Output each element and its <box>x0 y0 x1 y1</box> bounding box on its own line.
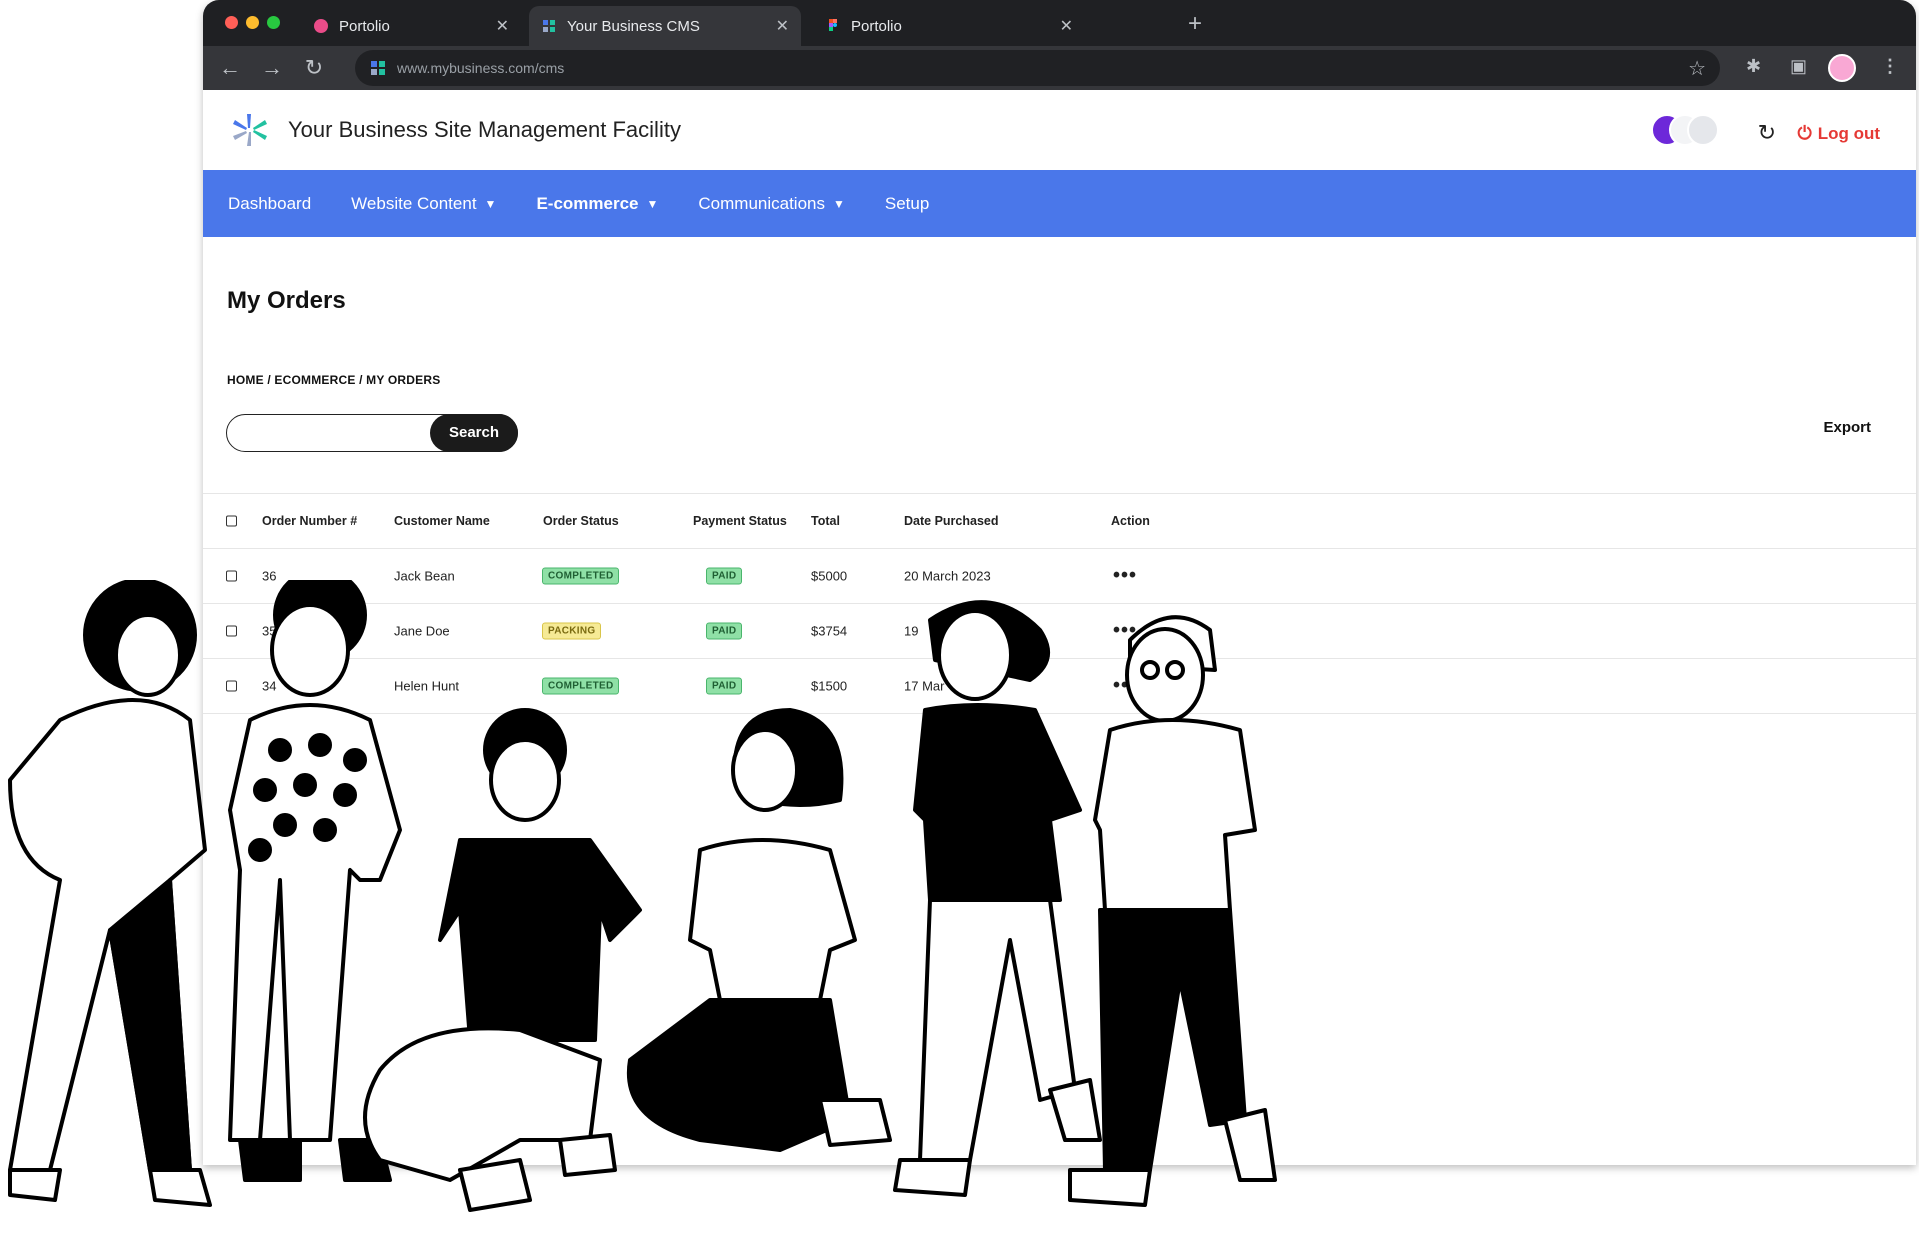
column-header: Total <box>811 514 840 528</box>
chevron-down-icon: ▼ <box>646 196 659 211</box>
table-header-row: Order Number # Customer Name Order Statu… <box>203 493 1916 549</box>
column-header: Order Status <box>543 514 619 528</box>
person-illustration <box>626 708 892 1152</box>
person-illustration <box>893 600 1102 1197</box>
search-button[interactable]: Search <box>430 413 518 452</box>
person-illustration <box>8 580 212 1207</box>
refresh-icon[interactable]: ↻ <box>1758 120 1776 146</box>
column-header: Date Purchased <box>904 514 999 528</box>
chevron-down-icon: ▼ <box>833 196 845 211</box>
app-logo-icon <box>233 114 267 146</box>
browser-tab-2[interactable]: Your Business CMS ✕ <box>529 6 801 46</box>
breadcrumb[interactable]: HOME / ECOMMERCE / MY ORDERS <box>227 373 440 387</box>
figma-icon <box>825 18 841 34</box>
nav-communications[interactable]: Communications ▼ <box>698 194 845 214</box>
address-bar[interactable]: www.mybusiness.com/cms ☆ <box>355 50 1720 86</box>
nav-label: Communications <box>698 193 825 213</box>
column-header: Payment Status <box>693 514 787 528</box>
avatar <box>1687 114 1719 146</box>
app-header: Your Business Site Management Facility ↻… <box>203 90 1916 170</box>
sidebar-icon[interactable]: ▣ <box>1790 56 1807 77</box>
logout-label: Log out <box>1817 123 1880 143</box>
nav-setup[interactable]: Setup <box>885 194 929 214</box>
column-header: Action <box>1111 514 1150 528</box>
nav-label: Website Content <box>351 193 477 213</box>
person-illustration <box>363 708 642 1212</box>
maximize-window-button[interactable] <box>267 16 280 29</box>
menu-kebab-icon[interactable]: ⋮ <box>1881 56 1899 77</box>
nav-website-content[interactable]: Website Content ▼ <box>351 194 496 214</box>
page-title: My Orders <box>227 287 346 314</box>
person-illustration <box>1068 615 1277 1207</box>
tab-label: Portolio <box>339 17 390 35</box>
main-nav: Dashboard Website Content ▼ E-commerce ▼ C… <box>203 170 1916 237</box>
close-tab-icon[interactable]: ✕ <box>1060 16 1073 36</box>
close-tab-icon[interactable]: ✕ <box>496 16 509 36</box>
nav-label: E-commerce <box>536 193 639 213</box>
column-header: Customer Name <box>394 514 490 528</box>
user-avatars[interactable] <box>1651 114 1731 150</box>
new-tab-icon[interactable]: + <box>1188 10 1202 38</box>
logout-button[interactable]: ⏻ Log out <box>1797 123 1880 144</box>
search-box: Search <box>226 413 518 452</box>
nav-label: Setup <box>884 193 930 213</box>
browser-toolbar: ← → ↻ www.mybusiness.com/cms ☆ ✱ ▣ ⋮ <box>203 46 1916 90</box>
profile-avatar[interactable] <box>1828 54 1856 82</box>
forward-icon[interactable]: → <box>259 55 285 81</box>
back-icon[interactable]: ← <box>217 55 243 81</box>
select-all-checkbox[interactable] <box>226 515 237 527</box>
bookmark-star-icon[interactable]: ☆ <box>1688 56 1706 81</box>
tab-bar: Portolio ✕ Your Business CMS ✕ Portolio … <box>203 0 1916 46</box>
nav-dashboard[interactable]: Dashboard <box>228 194 311 214</box>
dribbble-icon <box>313 18 329 34</box>
browser-tab-1[interactable]: Portolio ✕ <box>301 6 521 46</box>
close-tab-icon[interactable]: ✕ <box>776 16 789 36</box>
url-text: www.mybusiness.com/cms <box>397 60 565 76</box>
nav-ecommerce[interactable]: E-commerce ▼ <box>536 194 658 214</box>
tab-label: Your Business CMS <box>567 17 700 35</box>
site-icon <box>371 61 385 75</box>
chevron-down-icon: ▼ <box>484 196 497 211</box>
browser-tab-3[interactable]: Portolio ✕ <box>813 6 1085 46</box>
cms-logo-icon <box>541 18 557 34</box>
app-title: Your Business Site Management Facility <box>288 117 681 142</box>
extensions-icon[interactable]: ✱ <box>1746 56 1761 77</box>
reload-icon[interactable]: ↻ <box>301 55 327 81</box>
minimize-window-button[interactable] <box>246 16 259 29</box>
search-input[interactable] <box>235 419 419 447</box>
close-window-button[interactable] <box>225 16 238 29</box>
export-button[interactable]: Export <box>1823 419 1871 436</box>
nav-label: Dashboard <box>228 193 312 213</box>
people-illustration <box>8 580 1277 1212</box>
power-icon: ⏻ <box>1797 123 1812 143</box>
column-header: Order Number # <box>262 514 358 528</box>
tab-label: Portolio <box>851 17 902 35</box>
